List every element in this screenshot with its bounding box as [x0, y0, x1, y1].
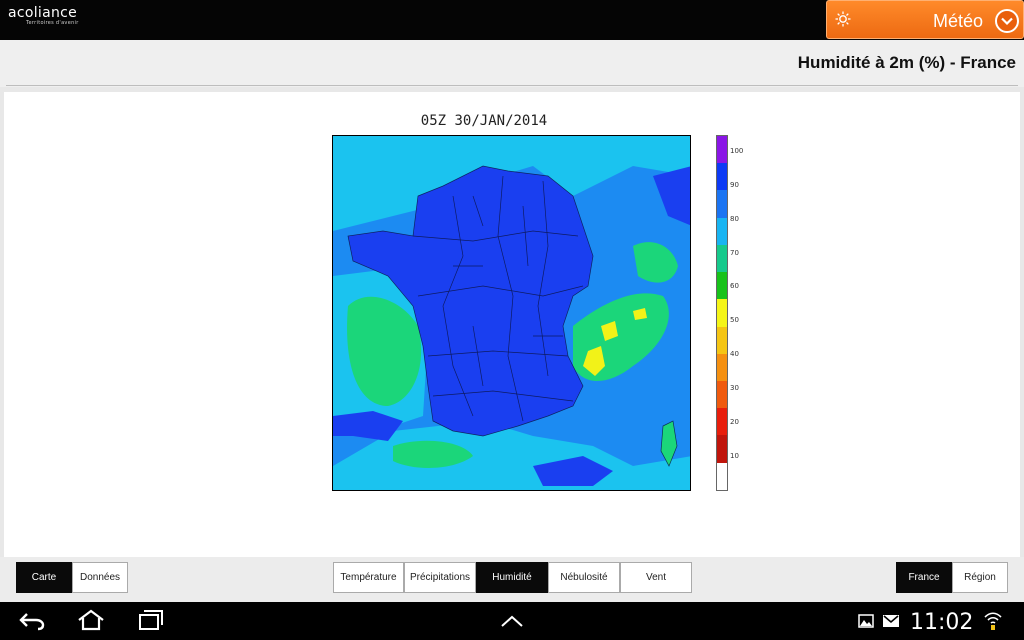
logo-tagline: Territoires d'avenir — [26, 20, 79, 26]
legend-swatch — [717, 435, 727, 463]
map-timestamp: 05Z 30/JAN/2014 — [420, 113, 548, 129]
legend-swatch — [717, 380, 727, 409]
tab-precipitations[interactable]: Précipitations — [404, 562, 476, 593]
system-nav-bar: 11:02 — [0, 602, 1024, 640]
recent-apps-icon[interactable] — [137, 609, 165, 631]
legend-label-90: 90 — [730, 181, 739, 189]
legend-swatch — [717, 326, 727, 354]
home-icon[interactable] — [76, 609, 106, 631]
tab-carte[interactable]: Carte — [16, 562, 72, 593]
tab-donnees[interactable]: Données — [72, 562, 128, 593]
divider — [6, 85, 1018, 86]
gallery-icon — [858, 614, 874, 628]
gmail-icon — [883, 615, 899, 627]
map-panel: 05Z 30/JAN/2014 100 90 80 70 60 50 40 30… — [4, 92, 1020, 557]
up-chevron-icon[interactable] — [500, 614, 524, 628]
legend-label-80: 80 — [730, 215, 739, 223]
color-scale-legend: 100 90 80 70 60 50 40 30 20 10 — [716, 135, 756, 491]
system-clock: 11:02 — [910, 610, 974, 635]
tab-humidite[interactable]: Humidité — [476, 562, 548, 593]
legend-swatch — [717, 136, 727, 164]
legend-label-100: 100 — [730, 147, 744, 155]
wifi-icon — [984, 612, 1002, 630]
legend-swatch — [717, 244, 727, 273]
legend-label-30: 30 — [730, 384, 739, 392]
humidity-map-image — [333, 136, 690, 490]
legend-label-10: 10 — [730, 452, 739, 460]
tab-france[interactable]: France — [896, 562, 952, 593]
humidity-map[interactable] — [332, 135, 691, 491]
legend-swatch — [717, 299, 727, 327]
legend-label-20: 20 — [730, 418, 739, 426]
meteo-menu-button[interactable]: Météo — [826, 0, 1024, 39]
legend-swatch — [717, 272, 727, 300]
legend-label-60: 60 — [730, 282, 739, 290]
legend-swatch — [717, 353, 727, 381]
logo-text: acoliance — [8, 5, 78, 21]
legend-swatch — [717, 190, 727, 218]
sun-icon — [835, 11, 851, 27]
legend-label-40: 40 — [730, 350, 739, 358]
title-row: Humidité à 2m (%) - France — [0, 40, 1024, 87]
tab-vent[interactable]: Vent — [620, 562, 692, 593]
tab-nebulosite[interactable]: Nébulosité — [548, 562, 620, 593]
legend-label-50: 50 — [730, 316, 739, 324]
tab-temperature[interactable]: Température — [333, 562, 404, 593]
back-icon[interactable] — [18, 611, 46, 631]
legend-swatch — [717, 217, 727, 245]
app-header: acoliance Territoires d'avenir Météo — [0, 0, 1024, 40]
legend-label-70: 70 — [730, 249, 739, 257]
page-title: Humidité à 2m (%) - France — [797, 53, 1016, 72]
legend-swatch — [717, 462, 727, 490]
legend-swatch — [717, 408, 727, 436]
tab-region[interactable]: Région — [952, 562, 1008, 593]
legend-swatch — [717, 163, 727, 191]
logo: acoliance Territoires d'avenir — [8, 6, 79, 26]
meteo-menu-label: Météo — [933, 11, 984, 31]
color-scale-bar — [716, 135, 728, 491]
chevron-down-icon — [995, 9, 1019, 33]
